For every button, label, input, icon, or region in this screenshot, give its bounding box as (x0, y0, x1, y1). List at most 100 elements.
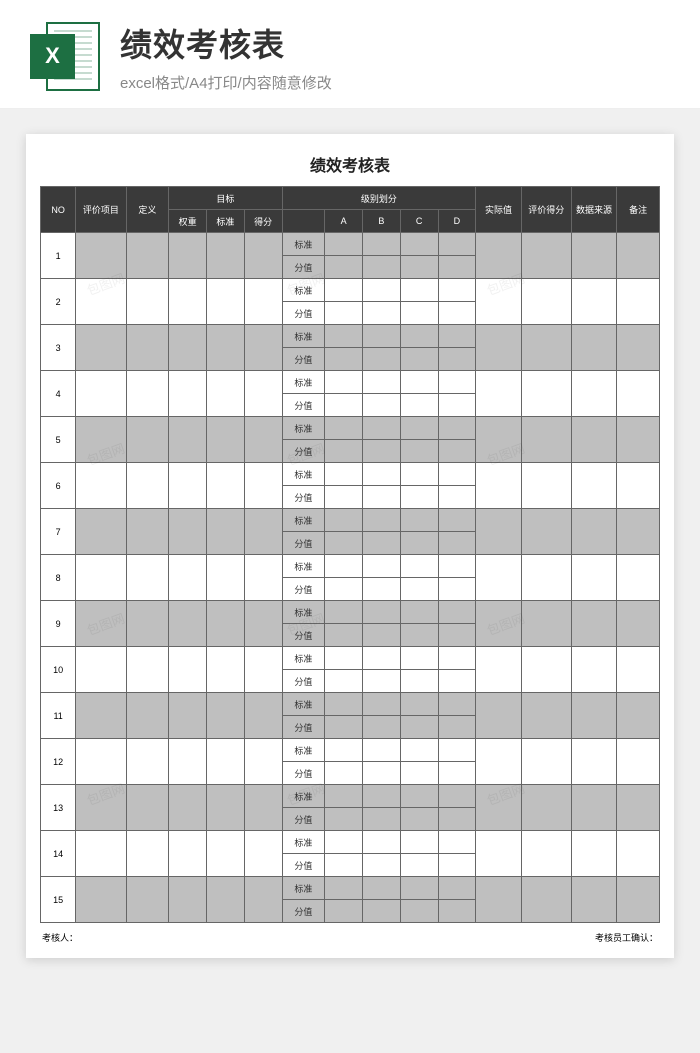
cell-eval-item (76, 601, 126, 647)
cell-data-source (571, 279, 616, 325)
cell-grade-b (363, 302, 401, 325)
preview-area: 绩效考核表 NO (0, 109, 700, 983)
cell-grade-type: 标准 (282, 785, 325, 808)
cell-remark (617, 279, 660, 325)
cell-grade-c (400, 394, 438, 417)
cell-data-source (571, 693, 616, 739)
cell-grade-c (400, 716, 438, 739)
cell-grade-a (325, 325, 363, 348)
excel-icon: X (30, 22, 100, 92)
cell-standard (207, 647, 245, 693)
row-number: 2 (41, 279, 76, 325)
table-row: 10标准 (41, 647, 660, 670)
cell-actual (476, 831, 521, 877)
cell-score (244, 509, 282, 555)
cell-eval-score (521, 831, 571, 877)
cell-grade-d (438, 325, 476, 348)
cell-grade-b (363, 877, 401, 900)
cell-grade-d (438, 532, 476, 555)
cell-grade-a (325, 785, 363, 808)
table-row: 9标准 (41, 601, 660, 624)
cell-standard (207, 555, 245, 601)
cell-grade-c (400, 256, 438, 279)
cell-grade-a (325, 555, 363, 578)
cell-grade-a (325, 509, 363, 532)
cell-grade-a (325, 371, 363, 394)
cell-data-source (571, 739, 616, 785)
cell-grade-type: 标准 (282, 371, 325, 394)
cell-score (244, 647, 282, 693)
table-row: 13标准 (41, 785, 660, 808)
cell-grade-c (400, 440, 438, 463)
cell-grade-c (400, 739, 438, 762)
cell-definition (126, 279, 169, 325)
cell-grade-type: 标准 (282, 831, 325, 854)
cell-grade-d (438, 394, 476, 417)
cell-definition (126, 233, 169, 279)
cell-grade-b (363, 716, 401, 739)
cell-grade-c (400, 693, 438, 716)
table-row: 2标准 (41, 279, 660, 302)
cell-standard (207, 831, 245, 877)
cell-definition (126, 371, 169, 417)
table-body: 1标准分值2标准分值3标准分值4标准分值5标准分值6标准分值7标准分值8标准分值… (41, 233, 660, 923)
cell-grade-b (363, 394, 401, 417)
cell-grade-a (325, 808, 363, 831)
cell-weight (169, 325, 207, 371)
cell-grade-d (438, 831, 476, 854)
cell-standard (207, 739, 245, 785)
cell-eval-item (76, 371, 126, 417)
cell-weight (169, 831, 207, 877)
cell-grade-c (400, 854, 438, 877)
cell-grade-b (363, 348, 401, 371)
cell-weight (169, 463, 207, 509)
cell-remark (617, 647, 660, 693)
cell-remark (617, 555, 660, 601)
cell-grade-c (400, 601, 438, 624)
cell-grade-b (363, 325, 401, 348)
cell-grade-type: 分值 (282, 716, 325, 739)
cell-grade-c (400, 486, 438, 509)
cell-eval-score (521, 233, 571, 279)
cell-remark (617, 463, 660, 509)
cell-score (244, 601, 282, 647)
cell-grade-a (325, 854, 363, 877)
cell-grade-b (363, 440, 401, 463)
row-number: 10 (41, 647, 76, 693)
table-row: 4标准 (41, 371, 660, 394)
cell-standard (207, 601, 245, 647)
table-row: 12标准 (41, 739, 660, 762)
cell-grade-a (325, 417, 363, 440)
cell-standard (207, 463, 245, 509)
cell-grade-b (363, 739, 401, 762)
cell-grade-type: 分值 (282, 854, 325, 877)
cell-data-source (571, 463, 616, 509)
cell-grade-type: 标准 (282, 739, 325, 762)
cell-grade-b (363, 831, 401, 854)
cell-eval-score (521, 877, 571, 923)
cell-grade-a (325, 716, 363, 739)
cell-grade-c (400, 302, 438, 325)
cell-grade-a (325, 877, 363, 900)
cell-grade-d (438, 578, 476, 601)
cell-grade-type: 分值 (282, 348, 325, 371)
cell-weight (169, 601, 207, 647)
cell-grade-type: 分值 (282, 670, 325, 693)
cell-definition (126, 325, 169, 371)
cell-eval-score (521, 371, 571, 417)
footer-row: 考核人： 考核员工确认： (40, 925, 660, 944)
cell-weight (169, 371, 207, 417)
cell-grade-a (325, 578, 363, 601)
col-weight: 权重 (169, 210, 207, 233)
cell-remark (617, 877, 660, 923)
col-grade-b: B (363, 210, 401, 233)
cell-eval-item (76, 693, 126, 739)
cell-grade-d (438, 371, 476, 394)
cell-grade-a (325, 601, 363, 624)
cell-grade-d (438, 302, 476, 325)
cell-grade-d (438, 440, 476, 463)
cell-data-source (571, 647, 616, 693)
col-score: 得分 (244, 210, 282, 233)
cell-grade-type: 分值 (282, 578, 325, 601)
cell-standard (207, 279, 245, 325)
